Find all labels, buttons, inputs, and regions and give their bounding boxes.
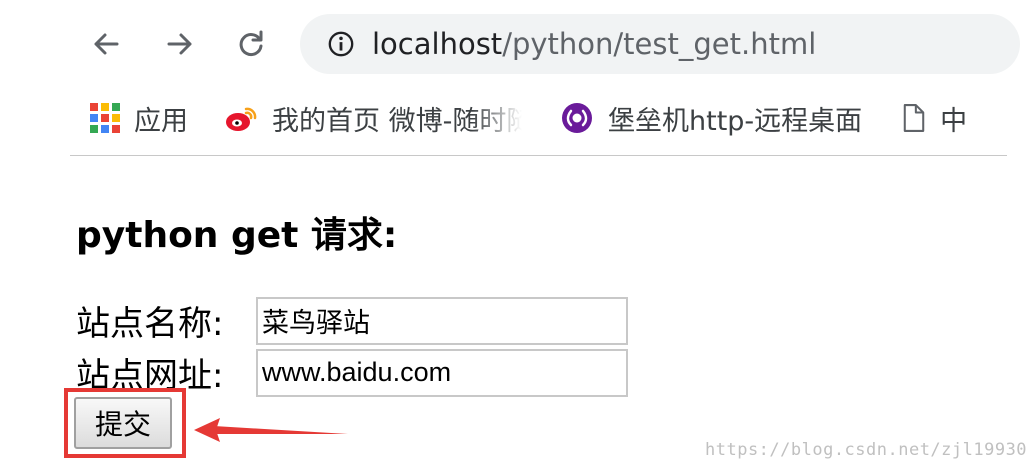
bookmark-label: 中 [940, 105, 968, 137]
document-icon [903, 104, 925, 132]
apps-grid-icon [90, 103, 120, 133]
info-icon[interactable] [326, 29, 356, 59]
site-name-label: 站点名称: [76, 304, 224, 344]
address-bar[interactable]: localhost/python/test_get.html [300, 14, 1020, 74]
browser-chrome: localhost/python/test_get.html 应用 我的首页 微… [70, 0, 1020, 156]
url-host: localhost [372, 27, 503, 61]
arrow-left-icon [94, 33, 119, 55]
page-heading: python get 请求: [76, 215, 398, 256]
bastion-icon [562, 103, 592, 133]
reload-icon [239, 30, 263, 56]
site-url-input[interactable] [256, 348, 628, 397]
submit-button[interactable]: 提交 [74, 397, 172, 449]
bookmark-bastion[interactable]: 堡垒机http-远程桌面 [560, 99, 862, 138]
bookmark-label: 我的首页 微博-随时随 [272, 105, 522, 137]
bookmarks-bar: 应用 我的首页 微博-随时随 堡垒机http-远程桌面 中 [90, 96, 967, 140]
annotation-arrow-icon [194, 418, 348, 442]
weibo-icon [226, 107, 257, 131]
url-text[interactable]: localhost/python/test_get.html [372, 27, 816, 61]
bookmark-weibo[interactable]: 我的首页 微博-随时随 [224, 99, 522, 138]
back-button[interactable] [88, 26, 124, 62]
arrow-right-icon [167, 33, 192, 55]
reload-button[interactable] [233, 26, 269, 62]
watermark: https://blog.csdn.net/zjl199303 [705, 440, 1027, 460]
bookmark-document[interactable]: 中 [902, 99, 967, 138]
forward-button[interactable] [162, 26, 198, 62]
url-path: /python/test_get.html [502, 27, 817, 61]
bookmark-label: 应用 [134, 105, 188, 137]
bookmark-apps[interactable]: 应用 [90, 99, 188, 138]
site-name-input[interactable] [256, 296, 628, 345]
site-name-row: 站点名称: [76, 296, 628, 345]
bookmark-label: 堡垒机http-远程桌面 [608, 105, 863, 137]
